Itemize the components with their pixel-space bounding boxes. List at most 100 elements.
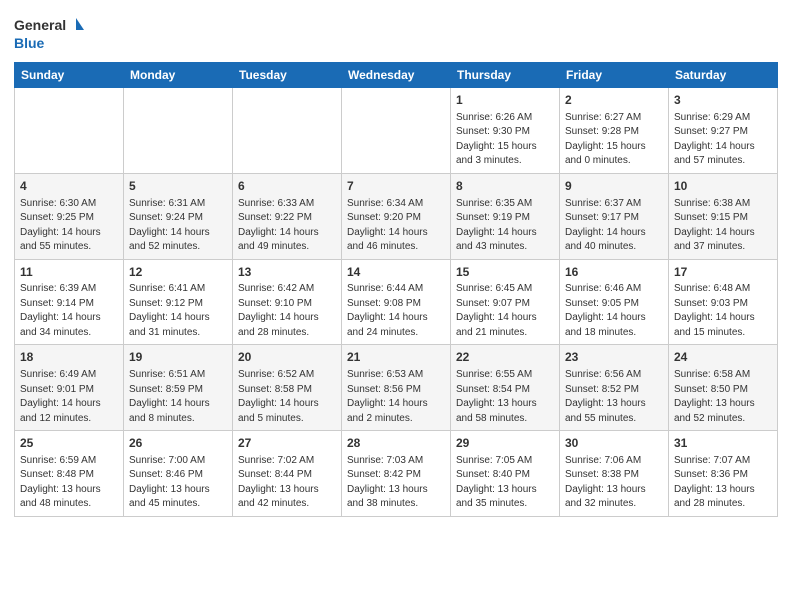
day-cell: 11Sunrise: 6:39 AM Sunset: 9:14 PM Dayli… — [15, 259, 124, 345]
week-row-5: 25 Sunrise: 6:59 AM Sunset: 8:48 PM Dayli… — [15, 431, 778, 517]
week-row-4: 18 Sunrise: 6:49 AM Sunset: 9:01 PM Dayli… — [15, 345, 778, 431]
day-info: Sunrise: 6:48 AM Sunset: 9:03 PM Dayligh… — [674, 282, 772, 340]
day-cell: 2Sunrise: 6:27 AM Sunset: 9:28 PM Daylig… — [560, 88, 669, 174]
day-info: Sunrise: 6:55 AM Sunset: 8:54 PM Dayligh… — [456, 368, 554, 426]
day-info: Sunrise: 6:33 AM Sunset: 9:22 PM Dayligh… — [238, 197, 336, 255]
day-cell: 3 Sunrise: 6:29 AM Sunset: 9:27 PM Daylig… — [669, 88, 778, 174]
day-number: 24 — [674, 349, 772, 366]
day-info: Sunrise: 6:51 AM Sunset: 8:59 PM Dayligh… — [129, 368, 227, 426]
day-number: 7 — [347, 178, 445, 195]
day-number: 26 — [129, 435, 227, 452]
day-cell: 6 Sunrise: 6:33 AM Sunset: 9:22 PM Daylig… — [233, 173, 342, 259]
day-info: Sunrise: 6:34 AM Sunset: 9:20 PM Dayligh… — [347, 197, 445, 255]
day-info: Sunrise: 6:59 AM Sunset: 8:48 PM Dayligh… — [20, 454, 118, 512]
day-number: 17 — [674, 264, 772, 281]
day-cell: 27 Sunrise: 7:02 AM Sunset: 8:44 PM Dayli… — [233, 431, 342, 517]
day-number: 4 — [20, 178, 118, 195]
week-row-2: 4 Sunrise: 6:30 AM Sunset: 9:25 PM Daylig… — [15, 173, 778, 259]
day-info: Sunrise: 6:35 AM Sunset: 9:19 PM Dayligh… — [456, 197, 554, 255]
day-number: 16 — [565, 264, 663, 281]
day-cell: 24 Sunrise: 6:58 AM Sunset: 8:50 PM Dayli… — [669, 345, 778, 431]
day-number: 21 — [347, 349, 445, 366]
day-number: 27 — [238, 435, 336, 452]
col-header-thursday: Thursday — [451, 63, 560, 88]
day-info: Sunrise: 6:44 AM Sunset: 9:08 PM Dayligh… — [347, 282, 445, 340]
week-row-1: 1 Sunrise: 6:26 AM Sunset: 9:30 PM Daylig… — [15, 88, 778, 174]
calendar-header-row: SundayMondayTuesdayWednesdayThursdayFrid… — [15, 63, 778, 88]
header: General Blue — [14, 10, 778, 56]
day-cell: 13Sunrise: 6:42 AM Sunset: 9:10 PM Dayli… — [233, 259, 342, 345]
day-number: 5 — [129, 178, 227, 195]
logo-svg: General Blue — [14, 14, 84, 56]
day-number: 25 — [20, 435, 118, 452]
day-info: Sunrise: 7:06 AM Sunset: 8:38 PM Dayligh… — [565, 454, 663, 512]
day-cell: 12Sunrise: 6:41 AM Sunset: 9:12 PM Dayli… — [124, 259, 233, 345]
day-info: Sunrise: 6:38 AM Sunset: 9:15 PM Dayligh… — [674, 197, 772, 255]
day-number: 29 — [456, 435, 554, 452]
day-info: Sunrise: 7:03 AM Sunset: 8:42 PM Dayligh… — [347, 454, 445, 512]
col-header-monday: Monday — [124, 63, 233, 88]
col-header-tuesday: Tuesday — [233, 63, 342, 88]
day-cell — [124, 88, 233, 174]
day-cell: 14Sunrise: 6:44 AM Sunset: 9:08 PM Dayli… — [342, 259, 451, 345]
day-cell — [15, 88, 124, 174]
day-info: Sunrise: 6:39 AM Sunset: 9:14 PM Dayligh… — [20, 282, 118, 340]
day-info: Sunrise: 6:58 AM Sunset: 8:50 PM Dayligh… — [674, 368, 772, 426]
day-info: Sunrise: 6:49 AM Sunset: 9:01 PM Dayligh… — [20, 368, 118, 426]
day-info: Sunrise: 6:56 AM Sunset: 8:52 PM Dayligh… — [565, 368, 663, 426]
day-cell: 9Sunrise: 6:37 AM Sunset: 9:17 PM Daylig… — [560, 173, 669, 259]
day-cell: 8 Sunrise: 6:35 AM Sunset: 9:19 PM Daylig… — [451, 173, 560, 259]
day-cell: 21 Sunrise: 6:53 AM Sunset: 8:56 PM Dayli… — [342, 345, 451, 431]
col-header-saturday: Saturday — [669, 63, 778, 88]
day-number: 31 — [674, 435, 772, 452]
day-number: 2 — [565, 92, 663, 109]
day-info: Sunrise: 6:46 AM Sunset: 9:05 PM Dayligh… — [565, 282, 663, 340]
day-info: Sunrise: 6:42 AM Sunset: 9:10 PM Dayligh… — [238, 282, 336, 340]
day-number: 6 — [238, 178, 336, 195]
day-cell: 28 Sunrise: 7:03 AM Sunset: 8:42 PM Dayli… — [342, 431, 451, 517]
day-cell: 5Sunrise: 6:31 AM Sunset: 9:24 PM Daylig… — [124, 173, 233, 259]
day-cell: 26 Sunrise: 7:00 AM Sunset: 8:46 PM Dayli… — [124, 431, 233, 517]
day-info: Sunrise: 6:26 AM Sunset: 9:30 PM Dayligh… — [456, 111, 554, 169]
day-number: 28 — [347, 435, 445, 452]
day-number: 11 — [20, 264, 118, 281]
day-info: Sunrise: 6:52 AM Sunset: 8:58 PM Dayligh… — [238, 368, 336, 426]
week-row-3: 11Sunrise: 6:39 AM Sunset: 9:14 PM Dayli… — [15, 259, 778, 345]
day-cell: 4 Sunrise: 6:30 AM Sunset: 9:25 PM Daylig… — [15, 173, 124, 259]
day-info: Sunrise: 7:02 AM Sunset: 8:44 PM Dayligh… — [238, 454, 336, 512]
day-number: 20 — [238, 349, 336, 366]
svg-text:Blue: Blue — [14, 35, 45, 51]
day-info: Sunrise: 6:29 AM Sunset: 9:27 PM Dayligh… — [674, 111, 772, 169]
day-cell: 20 Sunrise: 6:52 AM Sunset: 8:58 PM Dayli… — [233, 345, 342, 431]
day-info: Sunrise: 7:05 AM Sunset: 8:40 PM Dayligh… — [456, 454, 554, 512]
day-cell: 17Sunrise: 6:48 AM Sunset: 9:03 PM Dayli… — [669, 259, 778, 345]
day-cell: 22Sunrise: 6:55 AM Sunset: 8:54 PM Dayli… — [451, 345, 560, 431]
day-info: Sunrise: 7:00 AM Sunset: 8:46 PM Dayligh… — [129, 454, 227, 512]
calendar-table: SundayMondayTuesdayWednesdayThursdayFrid… — [14, 62, 778, 517]
day-number: 15 — [456, 264, 554, 281]
day-number: 10 — [674, 178, 772, 195]
day-number: 12 — [129, 264, 227, 281]
day-number: 14 — [347, 264, 445, 281]
day-number: 1 — [456, 92, 554, 109]
day-cell: 15Sunrise: 6:45 AM Sunset: 9:07 PM Dayli… — [451, 259, 560, 345]
day-number: 3 — [674, 92, 772, 109]
day-cell: 23Sunrise: 6:56 AM Sunset: 8:52 PM Dayli… — [560, 345, 669, 431]
day-cell: 30Sunrise: 7:06 AM Sunset: 8:38 PM Dayli… — [560, 431, 669, 517]
svg-text:General: General — [14, 17, 66, 33]
day-info: Sunrise: 6:41 AM Sunset: 9:12 PM Dayligh… — [129, 282, 227, 340]
day-cell: 1 Sunrise: 6:26 AM Sunset: 9:30 PM Daylig… — [451, 88, 560, 174]
day-info: Sunrise: 6:30 AM Sunset: 9:25 PM Dayligh… — [20, 197, 118, 255]
day-info: Sunrise: 7:07 AM Sunset: 8:36 PM Dayligh… — [674, 454, 772, 512]
day-cell: 29 Sunrise: 7:05 AM Sunset: 8:40 PM Dayli… — [451, 431, 560, 517]
day-info: Sunrise: 6:53 AM Sunset: 8:56 PM Dayligh… — [347, 368, 445, 426]
day-number: 9 — [565, 178, 663, 195]
day-number: 19 — [129, 349, 227, 366]
day-info: Sunrise: 6:45 AM Sunset: 9:07 PM Dayligh… — [456, 282, 554, 340]
day-cell: 16Sunrise: 6:46 AM Sunset: 9:05 PM Dayli… — [560, 259, 669, 345]
col-header-friday: Friday — [560, 63, 669, 88]
day-number: 8 — [456, 178, 554, 195]
day-number: 18 — [20, 349, 118, 366]
page-container: General Blue SundayMondayTuesdayWednesda… — [0, 0, 792, 527]
day-cell: 19 Sunrise: 6:51 AM Sunset: 8:59 PM Dayli… — [124, 345, 233, 431]
